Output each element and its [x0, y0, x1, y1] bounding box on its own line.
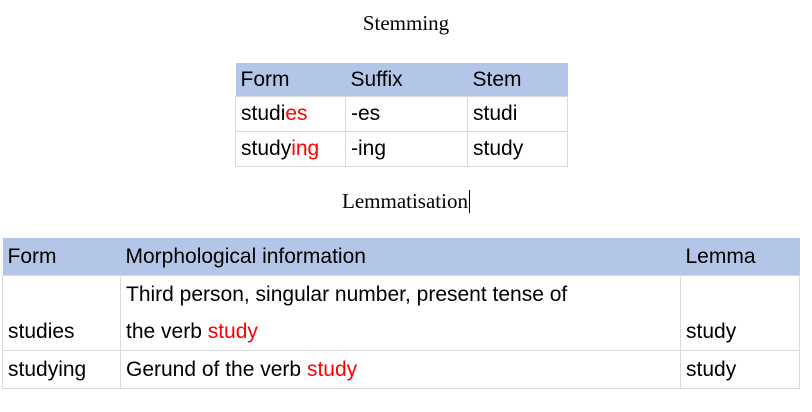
form-base: studi — [241, 102, 286, 125]
form-cell: studying — [2, 350, 121, 389]
info-prefix: the verb — [126, 320, 208, 343]
suffix-cell: -es — [345, 96, 468, 132]
column-header-stem: Stem — [467, 63, 568, 97]
lemma-cell: study — [680, 350, 800, 389]
column-header-lemma: Lemma — [680, 238, 800, 276]
info-highlight: study — [306, 358, 358, 381]
table-row: studying Gerund of the verb study study — [2, 350, 800, 389]
info-line: Third person, singular number, present t… — [126, 283, 568, 306]
text-cursor — [468, 190, 470, 213]
suffix-cell: -ing — [345, 131, 468, 167]
stemming-table: Form Suffix Stem studies -es studi study… — [235, 63, 568, 167]
table-header-row: Form Suffix Stem — [235, 63, 568, 97]
lemma-cell: study — [680, 275, 800, 351]
stem-cell: study — [467, 131, 568, 167]
morphological-info-cell: Gerund of the verb study — [120, 350, 681, 389]
column-header-form: Form — [235, 63, 346, 97]
info-line: the verb study — [126, 313, 680, 350]
table-row: studying -ing study — [235, 131, 568, 167]
lemmatisation-heading: Lemmatisation — [0, 189, 812, 213]
morphological-info-cell: Third person, singular number, present t… — [120, 275, 681, 351]
form-suffix-highlight: ing — [291, 137, 320, 160]
column-header-suffix: Suffix — [345, 63, 468, 97]
lemmatisation-heading-text: Lemmatisation — [342, 189, 468, 213]
table-row: studies -es studi — [235, 96, 568, 132]
info-highlight: study — [207, 320, 258, 343]
table-header-row: Form Morphological information Lemma — [2, 238, 800, 276]
form-base: study — [241, 137, 292, 160]
form-cell: studies — [2, 275, 121, 351]
column-header-morphological-information: Morphological information — [120, 238, 681, 276]
form-cell: studying — [235, 131, 346, 167]
column-header-form: Form — [2, 238, 121, 276]
info-prefix: Gerund of the verb — [126, 358, 307, 381]
stemming-heading: Stemming — [0, 11, 812, 35]
stem-cell: studi — [467, 96, 568, 132]
table-row: studies Third person, singular number, p… — [2, 275, 800, 351]
form-cell: studies — [235, 96, 346, 132]
stemming-heading-text: Stemming — [362, 11, 450, 35]
lemmatisation-table: Form Morphological information Lemma stu… — [2, 238, 800, 389]
form-suffix-highlight: es — [285, 102, 308, 125]
